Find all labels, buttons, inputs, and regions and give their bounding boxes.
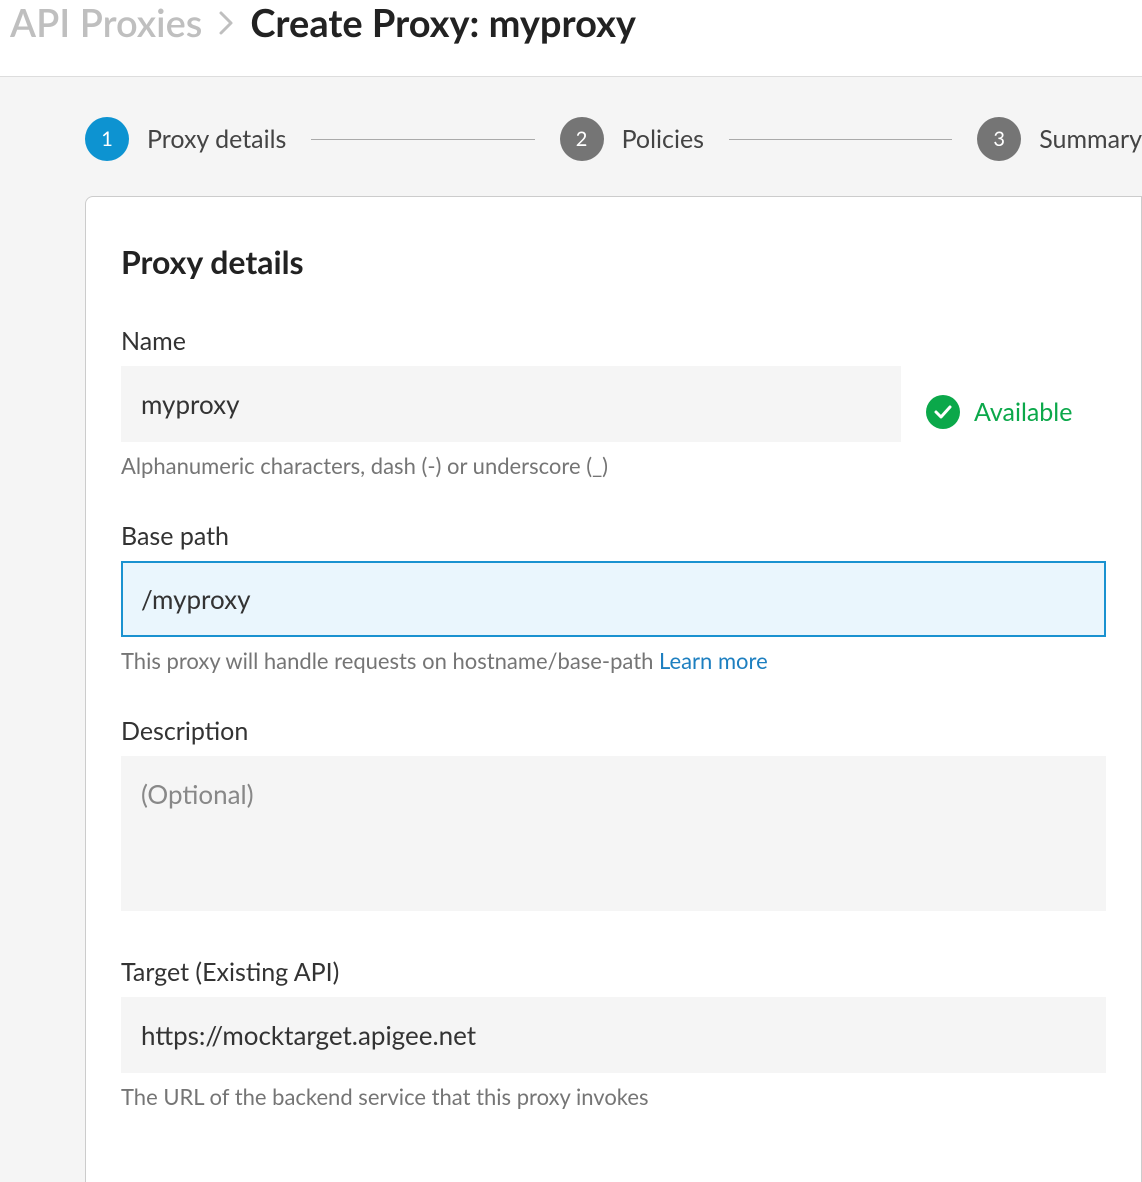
checkmark-icon [926, 395, 960, 429]
breadcrumb-current: Create Proxy: myproxy [250, 0, 636, 46]
form-card: Proxy details Name Alphanumeric characte… [85, 196, 1142, 1182]
card-title: Proxy details [121, 242, 1106, 281]
learn-more-link[interactable]: Learn more [659, 647, 768, 674]
basepath-label: Base path [121, 521, 1106, 551]
chevron-right-icon [217, 0, 235, 46]
description-label: Description [121, 716, 1106, 746]
name-label: Name [121, 326, 901, 356]
step-connector [729, 139, 952, 140]
basepath-input[interactable] [121, 561, 1106, 637]
status-badge: Available [926, 395, 1072, 429]
step-policies[interactable]: 2 Policies [560, 117, 704, 161]
step-label: Policies [622, 124, 704, 154]
step-proxy-details[interactable]: 1 Proxy details [85, 117, 286, 161]
step-label: Proxy details [147, 124, 286, 154]
step-connector [311, 139, 534, 140]
target-input[interactable] [121, 997, 1106, 1073]
breadcrumb-parent[interactable]: API Proxies [10, 0, 202, 46]
step-summary[interactable]: 3 Summary [977, 117, 1142, 161]
basepath-hint: This proxy will handle requests on hostn… [121, 647, 1106, 674]
target-hint: The URL of the backend service that this… [121, 1083, 1106, 1110]
breadcrumb: API Proxies Create Proxy: myproxy [10, 0, 1132, 46]
target-label: Target (Existing API) [121, 957, 1106, 987]
step-number: 1 [85, 117, 129, 161]
step-number: 3 [977, 117, 1021, 161]
name-input[interactable] [121, 366, 901, 442]
step-label: Summary [1039, 124, 1142, 154]
name-hint: Alphanumeric characters, dash (-) or und… [121, 452, 901, 479]
description-input[interactable] [121, 756, 1106, 911]
stepper: 1 Proxy details 2 Policies 3 Summary [85, 117, 1142, 161]
step-number: 2 [560, 117, 604, 161]
status-text: Available [974, 397, 1072, 427]
